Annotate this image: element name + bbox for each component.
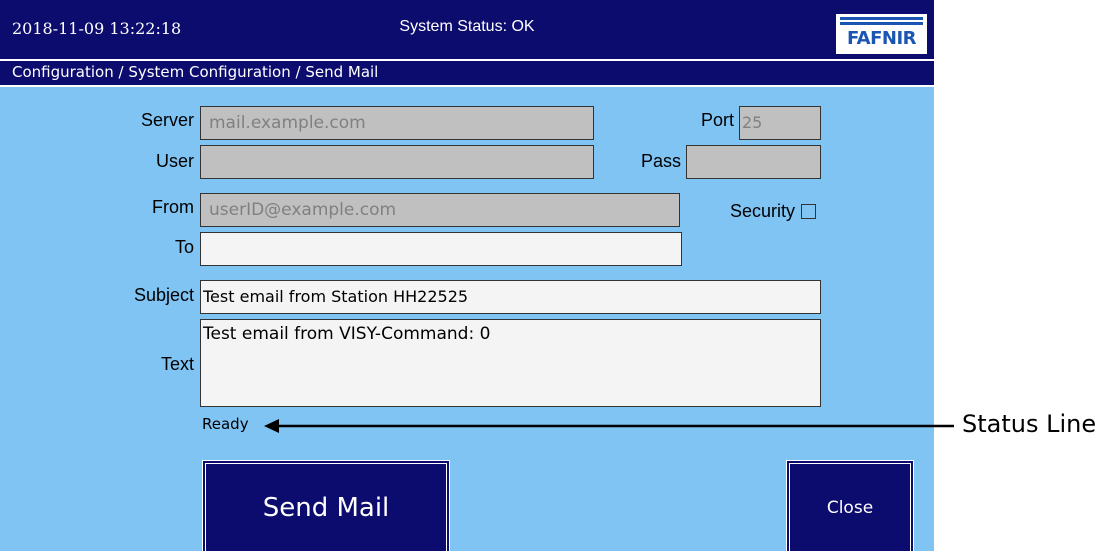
system-status: System Status: OK [399, 18, 535, 35]
security-checkbox[interactable] [801, 204, 816, 219]
server-label: Server [140, 110, 194, 130]
message-text-area[interactable]: Test email from VISY-Command: 0 [200, 319, 821, 407]
port-label: Port [700, 110, 734, 130]
send-mail-button[interactable]: Send Mail [202, 460, 450, 551]
status-line-annotation: Status Line [962, 410, 1097, 438]
user-field[interactable] [200, 145, 594, 179]
pass-field[interactable] [686, 145, 821, 179]
logo-text: FAFNIR [846, 28, 917, 49]
status-line: Ready [202, 415, 249, 433]
device-screen: 2018-11-09 13:22:18 System Status: OK FA… [0, 0, 934, 551]
arrow-icon [264, 419, 954, 433]
to-label: To [174, 237, 194, 257]
fafnir-logo: FAFNIR [836, 14, 927, 54]
top-status-bar: 2018-11-09 13:22:18 System Status: OK FA… [0, 0, 934, 59]
from-field[interactable]: userID@example.com [200, 193, 680, 227]
server-field[interactable]: mail.example.com [200, 106, 594, 140]
text-label: Text [160, 354, 194, 374]
subject-label: Subject [133, 285, 194, 305]
user-label: User [155, 151, 194, 171]
pass-label: Pass [640, 151, 681, 171]
port-field[interactable]: 25 [739, 106, 821, 140]
from-label: From [152, 197, 194, 217]
close-button[interactable]: Close [786, 460, 914, 551]
breadcrumb: Configuration / System Configuration / S… [0, 59, 934, 87]
security-label: Security [729, 201, 795, 221]
to-field[interactable] [200, 232, 682, 266]
logo-stripe [840, 22, 923, 25]
logo-stripe [840, 17, 923, 20]
subject-field[interactable]: Test email from Station HH22525 [200, 280, 821, 314]
